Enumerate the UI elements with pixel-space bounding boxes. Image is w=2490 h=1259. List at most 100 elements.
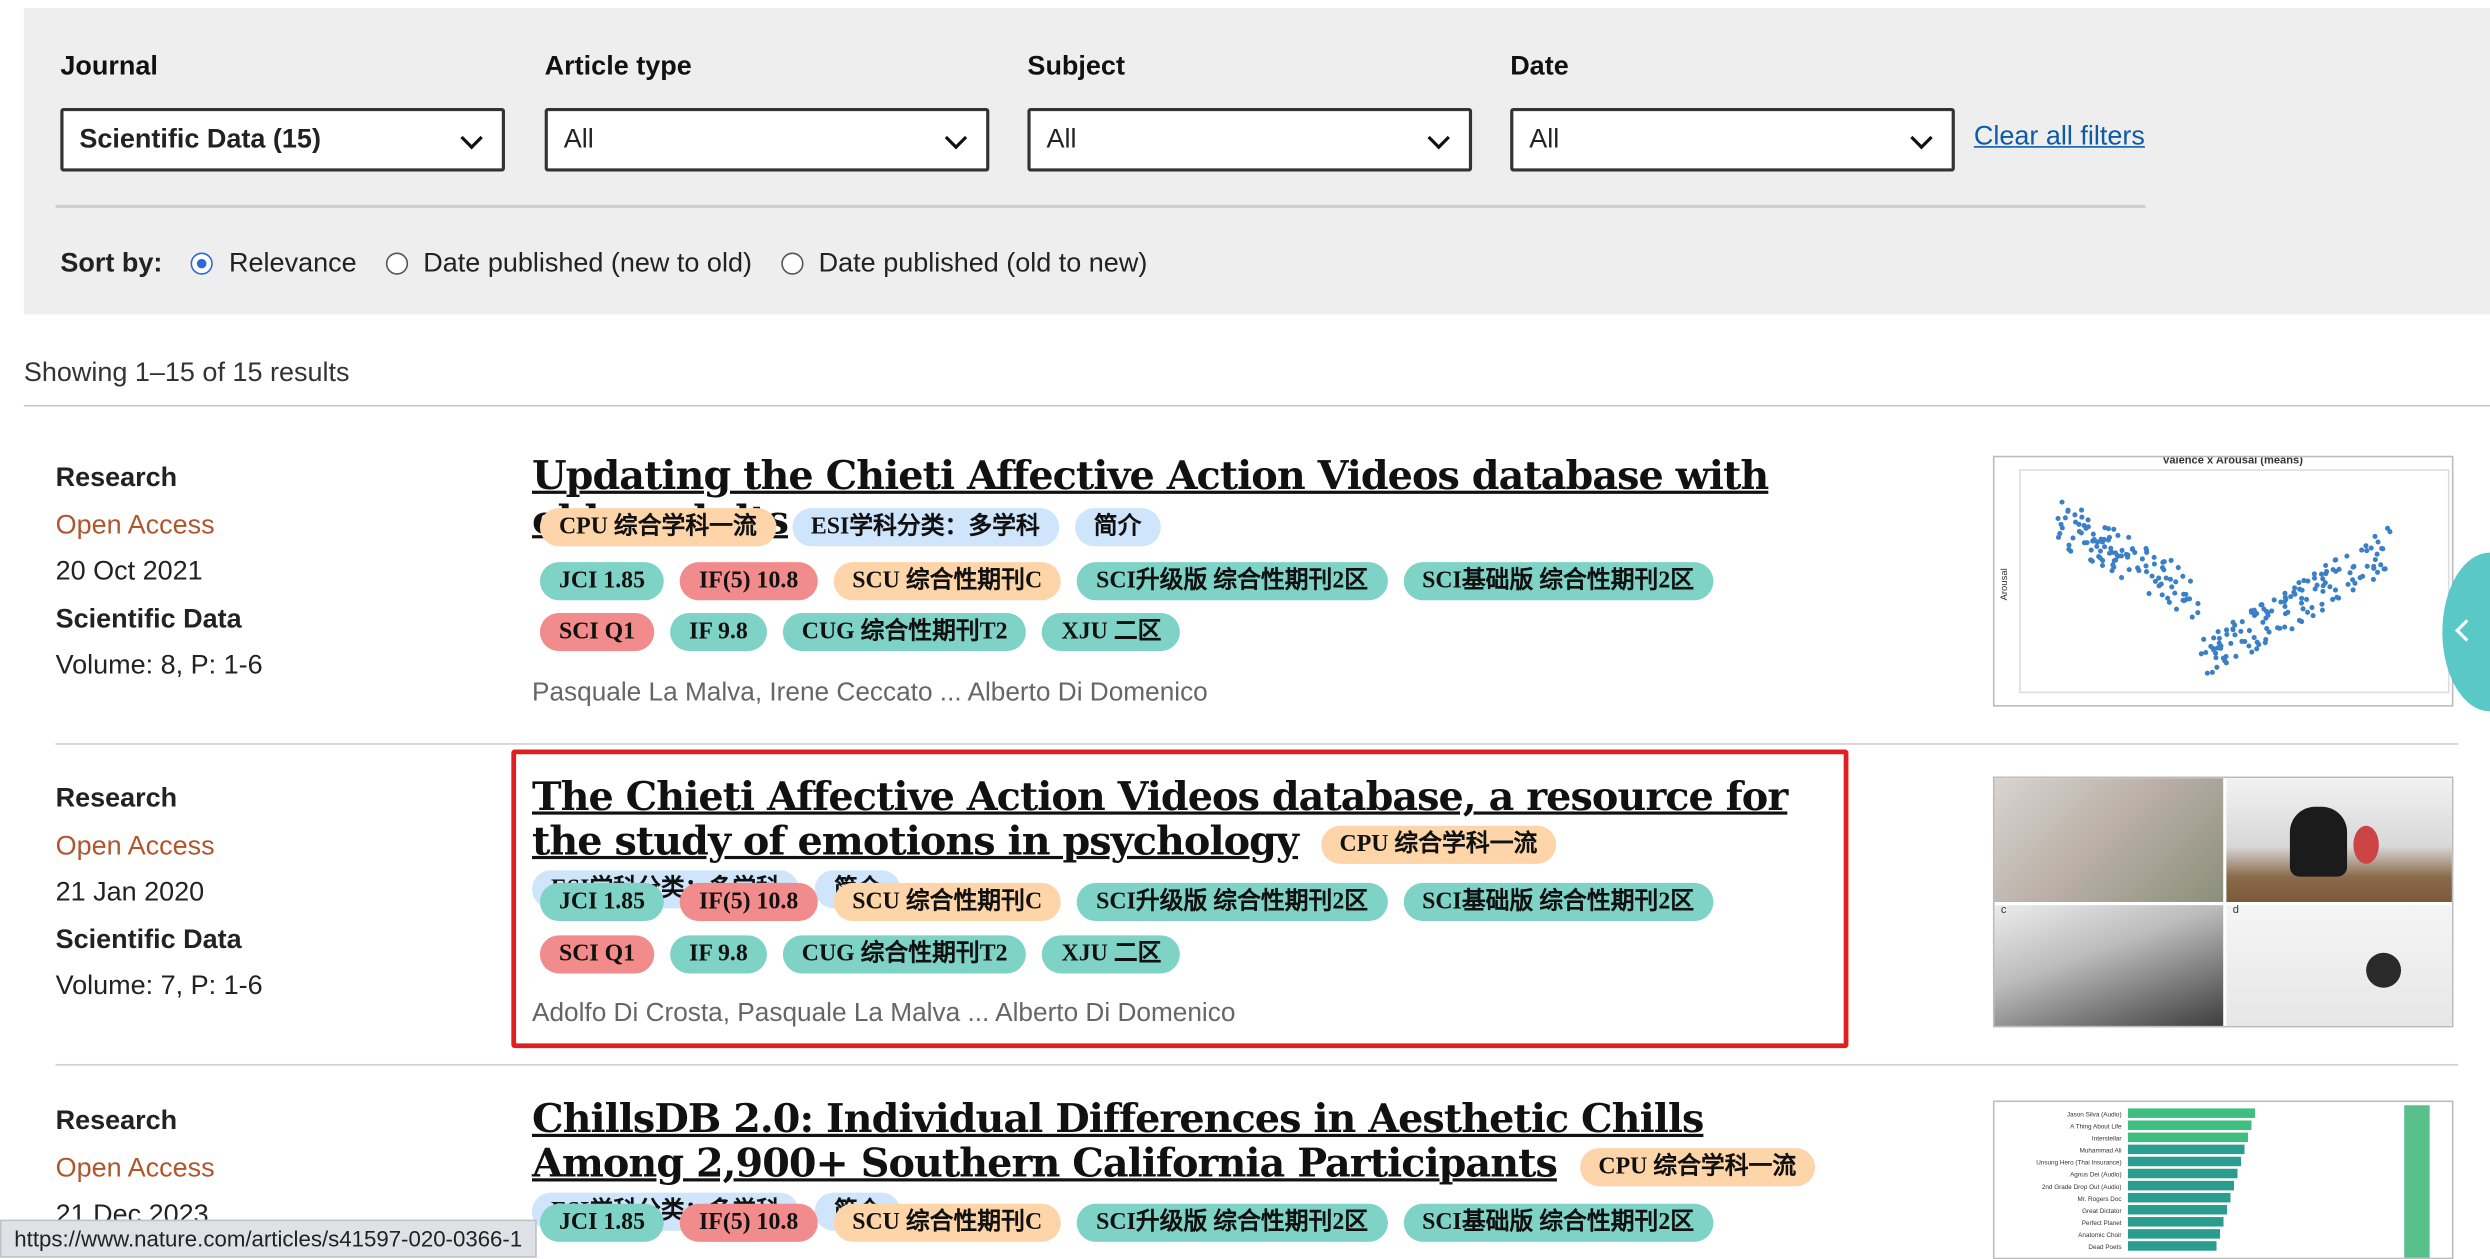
- scatter-point: [2099, 539, 2106, 545]
- tag-jci[interactable]: JCI 1.85: [539, 562, 665, 601]
- tag-cug[interactable]: CUG 综合性期刊T2: [782, 612, 1027, 652]
- scatter-point: [2304, 609, 2311, 615]
- tag-cpu[interactable]: CPU 综合学科一流: [539, 508, 776, 547]
- authors: Pasquale La Malva, Irene Ceccato ... Alb…: [531, 678, 1208, 707]
- result-title-link[interactable]: ChillsDB 2.0: Individual Differences in …: [532, 1096, 1704, 1187]
- bar-label: A Thing About Life: [2070, 1123, 2122, 1130]
- tag-if[interactable]: IF 9.8: [670, 612, 767, 652]
- results-divider: [23, 404, 2490, 407]
- scatter-point: [2385, 525, 2391, 531]
- scatter-point: [2278, 599, 2284, 605]
- result-thumbnail-barchart[interactable]: Jason Silva (Audio) A Thing About Life Int…: [1992, 1100, 2454, 1259]
- result-meta: Research Open Access 21 Jan 2020 Scienti…: [56, 775, 263, 1010]
- scatter-point: [2319, 601, 2325, 607]
- tag-xju[interactable]: XJU 二区: [1042, 612, 1181, 652]
- tag-scu[interactable]: SCU 综合性期刊C: [833, 1203, 1062, 1242]
- filter-divider: [55, 204, 2146, 209]
- tag-row: CPU 综合学科一流 ESI学科分类：多学科 简介: [539, 508, 1176, 547]
- tag-scu[interactable]: SCU 综合性期刊C: [833, 882, 1062, 922]
- bar-chart-thumbnail: Jason Silva (Audio) A Thing About Life Int…: [2036, 1105, 2430, 1258]
- scatter-point: [2220, 655, 2226, 661]
- scatter-point: [2076, 528, 2082, 535]
- open-access-badge: Open Access: [55, 1152, 215, 1183]
- scatter-point: [2223, 660, 2229, 666]
- tag-sci-upgrade[interactable]: SCI升级版 综合性期刊2区: [1077, 562, 1388, 601]
- subject-select[interactable]: All: [1027, 107, 1473, 172]
- bar-label: Unsung Hero (Thai Insurance): [2036, 1160, 2121, 1167]
- tag-jci[interactable]: JCI 1.85: [539, 882, 665, 922]
- tag-sci-q1[interactable]: SCI Q1: [539, 612, 655, 652]
- article-type-select[interactable]: All: [544, 107, 990, 172]
- scatter-point: [2254, 646, 2260, 652]
- scatter-point: [2099, 562, 2106, 569]
- tag-xju[interactable]: XJU 二区: [1042, 935, 1181, 974]
- scatter-point: [2239, 619, 2245, 625]
- scatter-point: [2332, 557, 2338, 563]
- tag-sci-base[interactable]: SCI基础版 综合性期刊2区: [1403, 562, 1714, 601]
- scatter-point: [2363, 543, 2369, 549]
- scatter-point: [2183, 591, 2189, 597]
- scatter-point: [2260, 619, 2266, 625]
- bar: [2127, 1217, 2224, 1227]
- journal-filter: Journal Scientific Data (15): [60, 50, 505, 172]
- tag-cpu[interactable]: CPU 综合学科一流: [1579, 1147, 1816, 1186]
- date-filter: Date All: [1510, 51, 1955, 172]
- tag-sci-base[interactable]: SCI基础版 综合性期刊2区: [1403, 882, 1714, 922]
- scatter-point: [2143, 563, 2149, 569]
- tag-sci-upgrade[interactable]: SCI升级版 综合性期刊2区: [1077, 882, 1388, 922]
- result-thumbnail-scatter[interactable]: Valence x Arousal (means) Arousal: [1992, 455, 2454, 707]
- tag-if5[interactable]: IF(5) 10.8: [679, 1203, 818, 1242]
- scatter-point: [2159, 565, 2166, 571]
- scatter-point: [2228, 640, 2234, 646]
- thumb-ylabel: Arousal: [1999, 568, 2010, 600]
- tag-jci[interactable]: JCI 1.85: [539, 1203, 665, 1242]
- scatter-point: [2057, 531, 2063, 537]
- scatter-point: [2350, 577, 2356, 583]
- radio-selected-icon[interactable]: [190, 252, 214, 275]
- sort-relevance-option[interactable]: Relevance: [190, 248, 357, 280]
- tag-cpu[interactable]: CPU 综合学科一流: [1320, 824, 1557, 864]
- scatter-point: [2289, 626, 2295, 632]
- scatter-point: [2108, 545, 2114, 551]
- scatter-point: [2271, 597, 2277, 603]
- result-title-link[interactable]: The Chieti Affective Action Videos datab…: [532, 773, 1788, 864]
- tag-sci-base[interactable]: SCI基础版 综合性期刊2区: [1403, 1203, 1714, 1242]
- scatter-point: [2311, 571, 2317, 577]
- tag-scu[interactable]: SCU 综合性期刊C: [833, 562, 1062, 601]
- chevron-left-icon: [2454, 619, 2478, 642]
- sort-new-to-old-option[interactable]: Date published (new to old): [385, 248, 752, 280]
- tag-esi[interactable]: ESI学科分类：多学科: [791, 508, 1059, 547]
- scatter-point: [2180, 597, 2186, 603]
- journal-select-value: Scientific Data (15): [79, 123, 321, 155]
- tag-row: SCI Q1 IF 9.8 CUG 综合性期刊T2 XJU 二区: [539, 612, 1196, 652]
- tag-sci-upgrade[interactable]: SCI升级版 综合性期刊2区: [1077, 1203, 1388, 1242]
- tag-if[interactable]: IF 9.8: [670, 935, 767, 974]
- sort-old-to-new-option[interactable]: Date published (old to new): [780, 248, 1147, 280]
- scatter-point: [2223, 627, 2230, 633]
- tag-sci-q1[interactable]: SCI Q1: [539, 935, 655, 974]
- radio-icon[interactable]: [780, 252, 803, 275]
- scatter-point: [2097, 548, 2103, 554]
- tag-cug[interactable]: CUG 综合性期刊T2: [782, 935, 1027, 974]
- scatter-point: [2195, 610, 2201, 616]
- clear-all-filters-link[interactable]: Clear all filters: [1974, 121, 2145, 153]
- tag-if5[interactable]: IF(5) 10.8: [679, 882, 818, 922]
- result-thumbnail-photos[interactable]: c d: [1992, 776, 2454, 1028]
- scatter-point: [2224, 631, 2230, 637]
- status-bar-url: https://www.nature.com/articles/s41597-0…: [0, 1219, 537, 1258]
- bar: [2127, 1229, 2221, 1239]
- scatter-point: [2216, 640, 2222, 646]
- date-select[interactable]: All: [1510, 107, 1955, 172]
- bar: [2127, 1241, 2217, 1251]
- journal-select[interactable]: Scientific Data (15): [60, 107, 505, 172]
- journal-filter-label: Journal: [60, 50, 158, 81]
- scatter-point: [2109, 568, 2115, 574]
- radio-icon[interactable]: [385, 252, 408, 275]
- scatter-point: [2330, 596, 2336, 603]
- scatter-point: [2371, 565, 2377, 571]
- scatter-point: [2149, 573, 2155, 579]
- scatter-point: [2186, 596, 2193, 602]
- scatter-point: [2246, 628, 2252, 634]
- tag-intro[interactable]: 简介: [1074, 508, 1161, 547]
- tag-if5[interactable]: IF(5) 10.8: [679, 562, 818, 601]
